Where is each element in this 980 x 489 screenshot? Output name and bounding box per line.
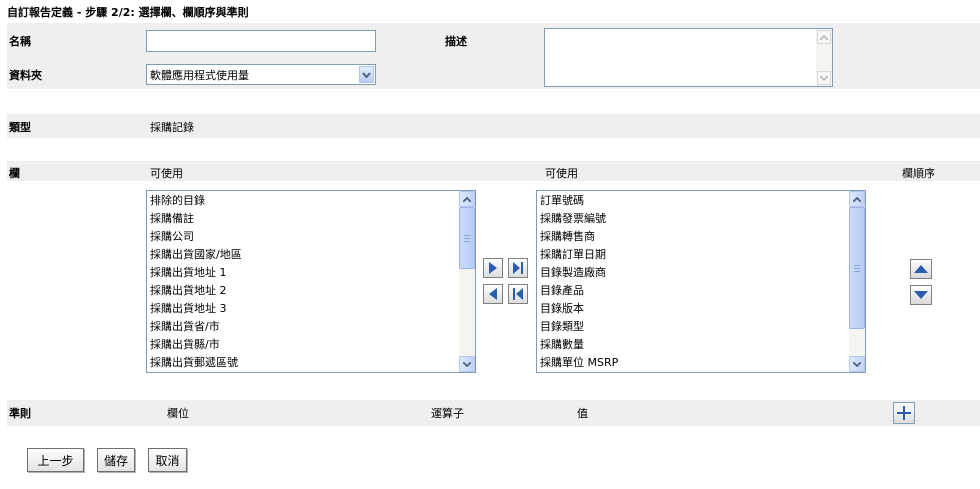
move-up-button[interactable]: [910, 259, 932, 279]
description-scrollbar[interactable]: [816, 29, 832, 86]
list-item[interactable]: 訂單號碼: [540, 192, 618, 210]
selected-columns-label: 可使用: [545, 167, 578, 180]
add-criteria-button[interactable]: [893, 402, 915, 424]
list-item[interactable]: 目錄版本: [540, 300, 618, 318]
description-label: 描述: [445, 35, 467, 48]
list-item[interactable]: 採購訂單日期: [540, 246, 618, 264]
arrow-right-end-icon: [513, 262, 523, 274]
type-label: 類型: [9, 121, 31, 134]
criteria-field-header: 欄位: [167, 407, 189, 420]
remove-all-columns-button[interactable]: [508, 284, 528, 304]
selected-columns-list[interactable]: 訂單號碼 採購發票編號 採購轉售商 採購訂單日期 目錄製造廠商 目錄產品 目錄版本 目錄類型採…: [536, 190, 866, 373]
list-item[interactable]: 排除的目錄: [150, 192, 242, 210]
list-item[interactable]: 採購單位 MSRP: [540, 354, 618, 372]
arrow-up-icon: [914, 265, 928, 273]
arrow-right-icon: [489, 262, 497, 274]
list-item[interactable]: 採購數量: [540, 336, 618, 354]
save-button[interactable]: 儲存: [97, 448, 135, 472]
available-columns-list[interactable]: 排除的目錄 採購備註 採購公司 採購出貨國家/地區 採購出貨地址 1 採購出貨地址 2 採購…: [146, 190, 476, 373]
move-down-button[interactable]: [910, 285, 932, 305]
list-item[interactable]: 採購發票編號: [540, 210, 618, 228]
list-item[interactable]: 採購出貨縣/市: [150, 336, 242, 354]
list-item[interactable]: 採購出貨省/市: [150, 318, 242, 336]
arrow-left-end-icon: [513, 288, 523, 300]
selected-list-scrollbar[interactable]: [849, 191, 865, 372]
add-column-button[interactable]: [483, 258, 503, 278]
list-item[interactable]: 採購出貨地址 1: [150, 264, 242, 282]
scroll-up-icon[interactable]: [817, 30, 831, 44]
criteria-label: 準則: [9, 407, 31, 420]
available-columns-label: 可使用: [150, 167, 183, 180]
list-item[interactable]: 採購公司: [150, 228, 242, 246]
remove-column-button[interactable]: [483, 284, 503, 304]
scroll-down-icon[interactable]: [849, 356, 865, 372]
criteria-operator-header: 運算子: [431, 407, 464, 420]
cancel-button[interactable]: 取消: [148, 448, 187, 472]
list-item[interactable]: 採購轉售商: [540, 228, 618, 246]
arrow-down-icon: [914, 291, 928, 299]
scroll-down-icon[interactable]: [817, 71, 831, 85]
type-value: 採購記錄: [150, 121, 194, 134]
scroll-down-icon[interactable]: [459, 356, 475, 372]
list-item[interactable]: 採購出貨國家/地區: [150, 246, 242, 264]
column-order-label: 欄順序: [902, 167, 935, 180]
criteria-value-header: 值: [577, 407, 588, 420]
page-title: 自訂報告定義 - 步驟 2/2: 選擇欄、欄順序與準則: [7, 6, 249, 19]
plus-icon: [897, 406, 911, 420]
chevron-down-icon[interactable]: [359, 66, 374, 83]
folder-selected-value: 軟體應用程式使用量: [150, 69, 249, 82]
scroll-thumb[interactable]: [849, 207, 865, 329]
scroll-thumb[interactable]: [459, 207, 475, 269]
list-item[interactable]: 目錄類型: [540, 318, 618, 336]
add-all-columns-button[interactable]: [508, 258, 528, 278]
list-item[interactable]: 採購出貨地址 2: [150, 282, 242, 300]
list-item[interactable]: 目錄製造廠商: [540, 264, 618, 282]
criteria-section: [7, 400, 980, 426]
back-button[interactable]: 上一步: [27, 448, 84, 472]
available-items: 排除的目錄 採購備註 採購公司 採購出貨國家/地區 採購出貨地址 1 採購出貨地址 2 採購…: [150, 192, 242, 372]
scroll-up-icon[interactable]: [459, 191, 475, 207]
name-label: 名稱: [9, 35, 31, 48]
name-input[interactable]: [146, 30, 376, 52]
list-item[interactable]: 目錄產品: [540, 282, 618, 300]
columns-label: 欄: [9, 167, 20, 180]
list-item[interactable]: 採購出貨地址 3: [150, 300, 242, 318]
scroll-up-icon[interactable]: [849, 191, 865, 207]
folder-select[interactable]: 軟體應用程式使用量: [146, 64, 376, 85]
arrow-left-icon: [489, 288, 497, 300]
list-item[interactable]: 採購備註: [150, 210, 242, 228]
selected-items: 訂單號碼 採購發票編號 採購轉售商 採購訂單日期 目錄製造廠商 目錄產品 目錄版本 目錄類型採…: [540, 192, 618, 372]
list-item[interactable]: 採購出貨郵遞區號: [150, 354, 242, 372]
description-textarea[interactable]: [544, 28, 833, 87]
available-list-scrollbar[interactable]: [459, 191, 475, 372]
folder-label: 資料夾: [9, 69, 42, 82]
